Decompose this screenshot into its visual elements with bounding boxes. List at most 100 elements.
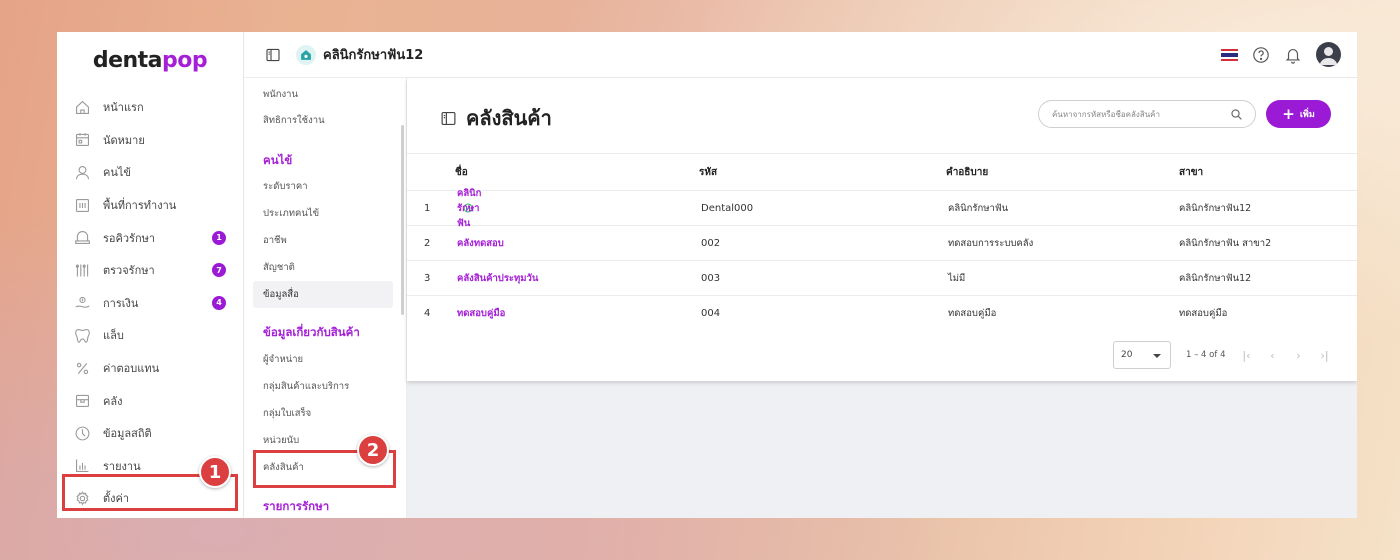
row-code: Dental000 — [701, 202, 754, 214]
submenu-item-media[interactable]: ข้อมูลสื่อ — [253, 281, 393, 308]
submenu-item-patient-type[interactable]: ประเภทคนไข้ — [253, 200, 393, 227]
submenu-item-nationality[interactable]: สัญชาติ — [253, 254, 393, 281]
logo: denta pop — [57, 32, 243, 88]
submenu-item-suppliers[interactable]: ผู้จำหน่าย — [253, 346, 393, 373]
sidebar-item-queue[interactable]: รอคิวรักษา 1 — [57, 221, 243, 254]
queue-count-badge: 1 — [212, 230, 226, 245]
column-header-branch[interactable]: สาขา — [1179, 154, 1203, 190]
prev-page-icon[interactable]: ‹ — [1267, 349, 1277, 362]
payment-icon — [74, 294, 91, 311]
row-description: ทดสอบการระบบคลัง — [948, 237, 1034, 249]
row-name-link[interactable]: คลินิกรักษาฟัน — [457, 188, 481, 229]
tooth-icon — [74, 327, 91, 344]
plus-icon: + — [1282, 104, 1295, 123]
sidebar-item-lab[interactable]: แล็บ — [57, 319, 243, 352]
submenu-item-occupation[interactable]: อาชีพ — [253, 227, 393, 254]
box-icon — [74, 392, 91, 409]
top-header: คลินิกรักษาฟัน12 — [244, 32, 1357, 78]
submenu-item-staff[interactable]: พนักงาน — [253, 81, 393, 108]
row-branch: คลินิกรักษาฟัน12 — [1179, 202, 1252, 214]
sidebar-item-label: แล็บ — [103, 329, 124, 343]
row-number: 2 — [424, 237, 431, 249]
table-row[interactable]: 4 ทดสอบคู่มือ 004 ทดสอบคู่มือ ทดสอบคู่มื… — [407, 296, 1357, 331]
table-row[interactable]: 2 คลังทดสอบ 002 ทดสอบการระบบคลัง คลินิกร… — [407, 226, 1357, 261]
user-avatar[interactable] — [1316, 42, 1341, 67]
thai-flag-icon[interactable] — [1221, 48, 1238, 61]
submenu-item-price-level[interactable]: ระดับราคา — [253, 173, 393, 200]
calendar-icon — [74, 131, 91, 148]
search-icon[interactable] — [1230, 108, 1243, 121]
sidebar-item-stats[interactable]: ข้อมูลสถิติ — [57, 417, 243, 450]
sidebar-item-label: ตรวจรักษา — [103, 264, 155, 278]
add-button-label: เพิ่ม — [1299, 110, 1315, 120]
table-row[interactable]: 1 คลินิกรักษาฟัน Dental000 คลินิกรักษาฟั… — [407, 188, 1357, 229]
row-name-link[interactable]: ทดสอบคู่มือ — [457, 296, 505, 331]
row-name-link[interactable]: คลังสินค้าประทุมวัน — [457, 261, 538, 295]
first-page-icon[interactable]: |‹ — [1241, 349, 1251, 362]
warehouse-card: คลังสินค้า + เพิ่ม ชื่อ รหัส คำอธิบาย สาข… — [407, 78, 1357, 381]
caret-down-icon — [1153, 354, 1161, 358]
search-box[interactable] — [1038, 100, 1256, 128]
search-input[interactable] — [1052, 109, 1222, 119]
next-page-icon[interactable]: › — [1293, 349, 1303, 362]
sidebar-item-label: ค่าตอบแทน — [103, 362, 160, 376]
sidebar-nav: หน้าแรก นัดหมาย คนไข้ พื้นที่การทำงาน รอ… — [57, 88, 243, 515]
page-size-select[interactable]: 20 — [1113, 341, 1171, 369]
table-header: ชื่อ รหัส คำอธิบาย สาขา — [407, 153, 1357, 191]
sidebar-item-label: รายงาน — [103, 459, 141, 473]
sidebar-toggle-icon[interactable] — [265, 47, 281, 63]
row-code: 002 — [701, 237, 721, 249]
step-marker-2: 2 — [357, 434, 389, 466]
row-code: 003 — [701, 272, 721, 284]
sidebar-item-finance[interactable]: การเงิน 4 — [57, 287, 243, 320]
sidebar-item-appointments[interactable]: นัดหมาย — [57, 124, 243, 157]
row-number: 3 — [424, 272, 431, 284]
table-row[interactable]: 3 คลังสินค้าประทุมวัน 003 ไม่มี คลินิกรั… — [407, 261, 1357, 296]
treatment-count-badge: 7 — [212, 263, 226, 278]
logo-accent-text: pop — [162, 47, 208, 73]
sidebar-item-label: หน้าแรก — [103, 101, 144, 115]
column-header-description[interactable]: คำอธิบาย — [946, 154, 988, 190]
submenu-item-permissions[interactable]: สิทธิการใช้งาน — [253, 107, 393, 134]
submenu-scrollbar[interactable] — [401, 125, 404, 315]
row-name-text: คลินิกรักษาฟัน — [457, 187, 482, 229]
sidebar-item-inventory[interactable]: คลัง — [57, 384, 243, 417]
sidebar-item-home[interactable]: หน้าแรก — [57, 91, 243, 124]
panel-icon — [441, 111, 456, 125]
row-description: คลินิกรักษาฟัน — [948, 202, 1009, 214]
row-name-link[interactable]: คลังทดสอบ — [457, 226, 504, 260]
help-icon[interactable] — [1252, 46, 1270, 64]
report-icon — [74, 457, 91, 474]
submenu-item-product-groups[interactable]: กลุ่มสินค้าและบริการ — [253, 373, 393, 400]
percent-icon — [74, 360, 91, 377]
notification-bell-icon[interactable] — [1284, 46, 1302, 64]
sidebar-item-treatment[interactable]: ตรวจรักษา 7 — [57, 254, 243, 287]
sidebar-item-label: นัดหมาย — [103, 133, 145, 147]
clinic-name[interactable]: คลินิกรักษาฟัน12 — [323, 44, 423, 65]
row-description: ไม่มี — [948, 272, 966, 284]
sidebar-item-label: คลัง — [103, 394, 123, 408]
row-branch: ทดสอบคู่มือ — [1179, 308, 1228, 319]
sidebar-item-label: การเงิน — [103, 296, 139, 310]
header-actions — [1221, 42, 1341, 67]
sidebar-item-patients[interactable]: คนไข้ — [57, 156, 243, 189]
tools-icon — [74, 262, 91, 279]
row-code: 004 — [701, 308, 721, 319]
sidebar-item-label: คนไข้ — [103, 166, 131, 180]
clinic-home-icon — [296, 44, 316, 65]
user-icon — [74, 164, 91, 181]
stats-icon — [74, 425, 91, 442]
last-page-icon[interactable]: ›| — [1319, 349, 1329, 362]
submenu-item-receipt-groups[interactable]: กลุ่มใบเสร็จ — [253, 400, 393, 427]
step-marker-1: 1 — [199, 456, 231, 488]
column-header-code[interactable]: รหัส — [699, 154, 717, 190]
home-icon — [74, 99, 91, 116]
page-title: คลังสินค้า — [466, 106, 552, 130]
page-title-group: คลังสินค้า — [440, 102, 552, 134]
sidebar-item-commission[interactable]: ค่าตอบแทน — [57, 352, 243, 385]
logo-text: denta — [92, 47, 163, 73]
add-warehouse-button[interactable]: + เพิ่ม — [1266, 100, 1331, 128]
sidebar-item-workspace[interactable]: พื้นที่การทำงาน — [57, 189, 243, 222]
chair-icon — [74, 229, 91, 246]
submenu-section-treatments: รายการรักษา — [263, 499, 330, 513]
